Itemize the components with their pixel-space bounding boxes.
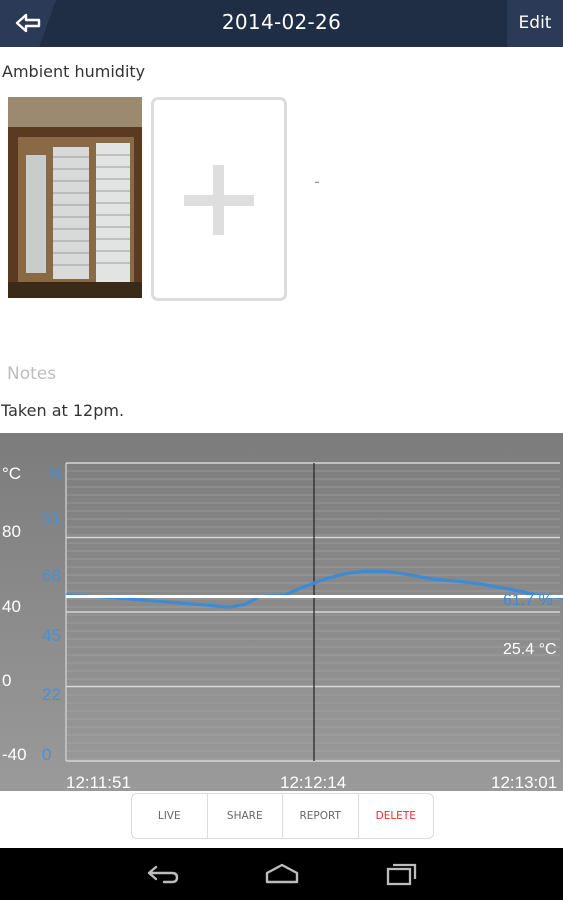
right-tick-label: 0: [42, 745, 51, 764]
report-button[interactable]: REPORT: [283, 794, 359, 838]
nav-recents-icon[interactable]: [385, 862, 419, 886]
top-bar: 2014-02-26 Edit: [0, 0, 563, 47]
left-tick-label: 40: [2, 597, 21, 616]
notes-label: Notes: [7, 364, 57, 384]
left-tick-label: 80: [2, 522, 21, 541]
measurement-type-label: Ambient humidity: [2, 62, 146, 81]
left-axis-unit: °C: [2, 464, 21, 483]
system-nav-bar: [0, 848, 563, 900]
live-button[interactable]: LIVE: [132, 794, 208, 838]
left-tick-label: -40: [2, 745, 27, 764]
history-chart[interactable]: 80 40 0 -40 91 68 45 22 0 °C % 61.7 % 25.4 °C 1…: [0, 433, 563, 792]
notes-text[interactable]: Taken at 12pm.: [1, 401, 124, 420]
right-tick-label: 68: [42, 566, 61, 585]
nav-back-icon[interactable]: [146, 862, 180, 886]
action-bar: LIVE SHARE REPORT DELETE: [131, 793, 434, 839]
add-photo-button[interactable]: [151, 97, 287, 301]
x-tick-label: 12:11:51: [66, 773, 131, 791]
delete-button[interactable]: DELETE: [359, 794, 434, 838]
edit-button[interactable]: Edit: [507, 0, 563, 47]
room-window-photo: [8, 97, 142, 298]
nav-home-icon[interactable]: [264, 862, 300, 886]
photo-thumbnail[interactable]: [8, 97, 142, 298]
chart-canvas: 80 40 0 -40 91 68 45 22 0 °C % 61.7 % 25.4 °C 1…: [0, 433, 563, 792]
right-tick-label: 22: [42, 685, 61, 704]
right-tick-label: 91: [42, 509, 61, 528]
x-tick-label: 12:13:01: [491, 773, 557, 791]
right-tick-label: 45: [42, 626, 61, 645]
right-axis-unit: %: [48, 464, 63, 483]
measurement-value: -: [314, 172, 320, 191]
left-tick-label: 0: [2, 671, 11, 690]
share-button[interactable]: SHARE: [208, 794, 283, 838]
x-tick-label: 12:12:14: [280, 773, 346, 791]
humidity-end-label: 61.7 %: [503, 592, 553, 609]
page-title: 2014-02-26: [221, 10, 342, 34]
temperature-end-label: 25.4 °C: [503, 641, 557, 658]
